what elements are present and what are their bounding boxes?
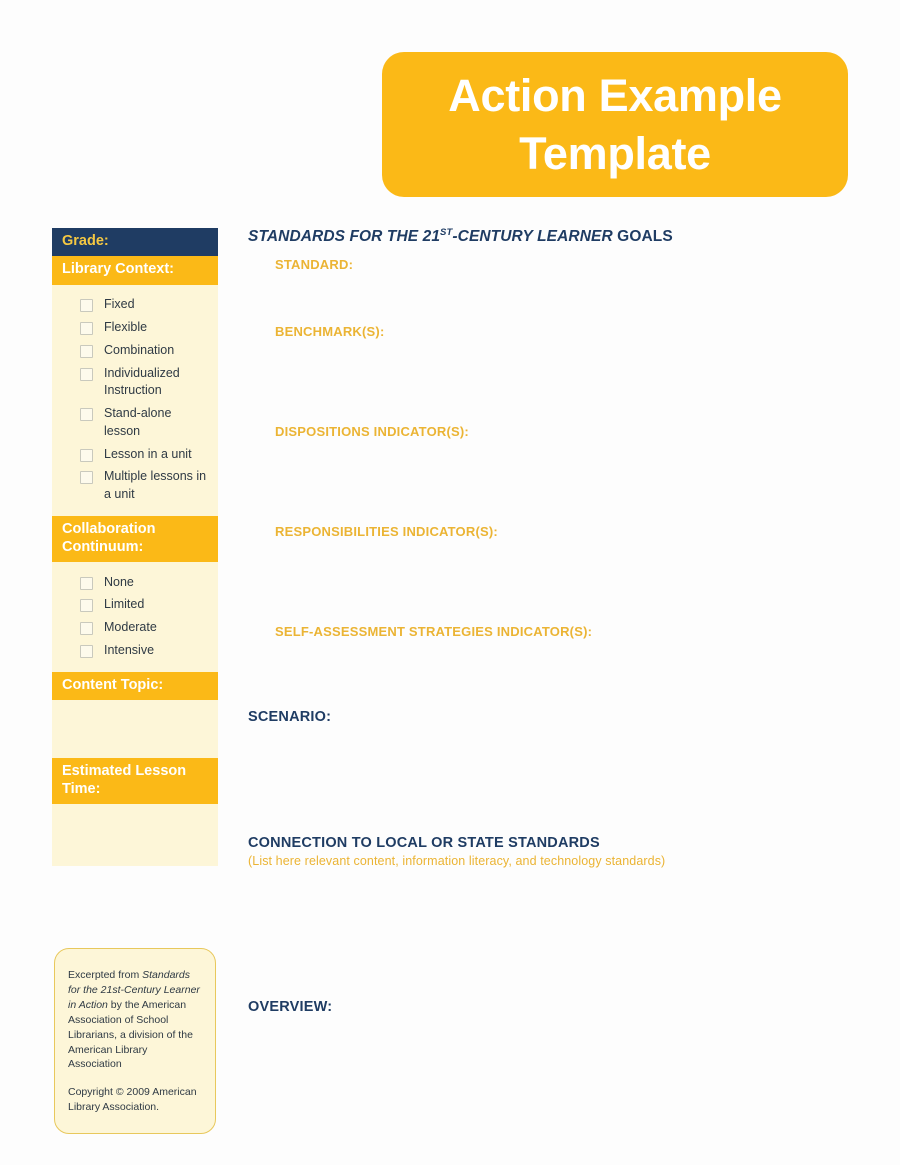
label-self-assessment-strategies-indicator: SELF-ASSESSMENT STRATEGIES INDICATOR(S): <box>275 624 593 639</box>
heading-italic-b: -CENTURY LEARNER <box>452 228 613 245</box>
credit-box: Excerpted from Standards for the 21st-Ce… <box>54 948 216 1135</box>
checkbox-row[interactable]: Individualized Instruction <box>52 362 218 403</box>
checkbox-label: None <box>104 574 134 589</box>
credit-excerpt: Excerpted from Standards for the 21st-Ce… <box>68 968 201 1072</box>
checkbox-label: Fixed <box>104 297 135 312</box>
sidebar-header-content-topic: Content Topic: <box>52 672 218 701</box>
checkbox-icon[interactable] <box>80 576 93 590</box>
sidebar-header-estimated-lesson-time: Estimated Lesson Time: <box>52 758 218 805</box>
checkbox-row[interactable]: Intensive <box>52 639 218 662</box>
checkbox-icon[interactable] <box>80 622 93 636</box>
title-line-2: Template <box>519 127 711 179</box>
checkbox-icon[interactable] <box>80 644 93 658</box>
label-benchmark: BENCHMARK(S): <box>275 324 385 339</box>
sidebar-header-collaboration-continuum: Collaboration Continuum: <box>52 516 218 563</box>
sidebar-header-library-context: Library Context: <box>52 256 218 285</box>
estimated-lesson-time-entry-area[interactable] <box>52 804 218 867</box>
heading-goals-word: GOALS <box>612 228 673 245</box>
checkbox-row[interactable]: Combination <box>52 339 218 362</box>
label-dispositions-indicator: DISPOSITIONS INDICATOR(S): <box>275 424 469 439</box>
label-standard: STANDARD: <box>275 257 354 272</box>
checkbox-row[interactable]: None <box>52 571 218 594</box>
standards-goals-heading: STANDARDS FOR THE 21ST-CENTURY LEARNER G… <box>248 228 848 246</box>
checkbox-label: Multiple lessons in a unit <box>104 469 207 502</box>
checkbox-icon[interactable] <box>80 599 93 613</box>
label-connection-to-standards: CONNECTION TO LOCAL OR STATE STANDARDS <box>248 835 600 851</box>
heading-superscript: ST <box>440 226 453 238</box>
label-scenario: SCENARIO: <box>248 709 332 725</box>
checkbox-label: Stand-alone lesson <box>104 406 172 438</box>
checkbox-label: Moderate <box>104 620 157 635</box>
checkbox-icon[interactable] <box>80 299 93 313</box>
checkbox-icon[interactable] <box>80 344 93 358</box>
checkbox-label: Lesson in a unit <box>104 446 192 461</box>
checkbox-row[interactable]: Stand-alone lesson <box>52 403 218 444</box>
checkbox-row[interactable]: Multiple lessons in a unit <box>52 466 218 507</box>
title-line-1: Action Example <box>448 69 782 121</box>
main-content: STANDARDS FOR THE 21ST-CENTURY LEARNER G… <box>248 228 848 1015</box>
label-overview: OVERVIEW: <box>248 999 333 1015</box>
checkbox-row[interactable]: Flexible <box>52 317 218 340</box>
connection-block: CONNECTION TO LOCAL OR STATE STANDARDS (… <box>248 835 848 868</box>
checkbox-row[interactable]: Moderate <box>52 617 218 640</box>
credit-excerpt-prefix: Excerpted from <box>68 969 143 981</box>
title-banner: Action Example Template <box>382 52 848 197</box>
checkbox-label: Individualized Instruction <box>104 365 180 398</box>
checkbox-label: Combination <box>104 342 175 357</box>
checkbox-label: Flexible <box>104 320 148 335</box>
content-topic-entry-area[interactable] <box>52 700 218 759</box>
library-context-options: Fixed Flexible Combination Individualize… <box>52 284 218 517</box>
checkbox-label: Intensive <box>104 642 155 657</box>
label-responsibilities-indicator: RESPONSIBILITIES INDICATOR(S): <box>275 524 498 539</box>
checkbox-row[interactable]: Limited <box>52 594 218 617</box>
credit-copyright: Copyright © 2009 American Library Associ… <box>68 1086 197 1114</box>
page-title: Action Example Template <box>430 67 799 182</box>
sidebar-header-grade: Grade: <box>52 228 218 257</box>
checkbox-row[interactable]: Fixed <box>52 294 218 317</box>
checkbox-row[interactable]: Lesson in a unit <box>52 443 218 466</box>
checkbox-icon[interactable] <box>80 408 93 422</box>
checkbox-icon[interactable] <box>80 367 93 381</box>
connection-subtitle: (List here relevant content, information… <box>248 854 666 868</box>
checkbox-icon[interactable] <box>80 322 93 336</box>
checkbox-label: Limited <box>104 597 145 612</box>
sidebar: Grade: Library Context: Fixed Flexible C… <box>52 228 218 867</box>
heading-italic-a: STANDARDS FOR THE 21 <box>248 228 441 245</box>
checkbox-icon[interactable] <box>80 471 93 485</box>
collaboration-continuum-options: None Limited Moderate Intensive <box>52 562 218 673</box>
checkbox-icon[interactable] <box>80 448 93 462</box>
